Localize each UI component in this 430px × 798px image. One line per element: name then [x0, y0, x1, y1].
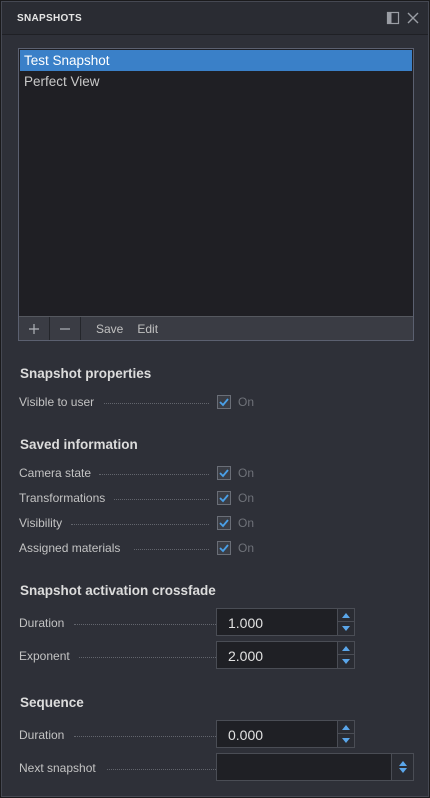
row-label: Visibility — [19, 515, 69, 531]
transformations-row: Transformations On — [19, 490, 415, 510]
dropdown-arrows-icon — [391, 754, 413, 780]
edit-button[interactable]: Edit — [130, 322, 165, 336]
leader-line — [134, 549, 209, 550]
field-value: 2.000 — [228, 648, 264, 664]
leader-line — [104, 403, 209, 404]
visibility-row: Visibility On — [19, 515, 415, 535]
camera-state-checkbox[interactable] — [217, 466, 231, 480]
checkbox-state: On — [238, 466, 255, 480]
checkmark-icon — [219, 398, 229, 407]
add-snapshot-button[interactable] — [19, 317, 50, 340]
arrow-up-icon[interactable] — [338, 721, 354, 734]
visibility-checkbox[interactable] — [217, 516, 231, 530]
sequence-duration-field[interactable]: 0.000 — [216, 720, 355, 748]
section-title-crossfade: Snapshot activation crossfade — [20, 583, 216, 598]
arrow-down-icon[interactable] — [338, 734, 354, 747]
next-snapshot-row: Next snapshot — [19, 753, 415, 781]
spinner — [337, 609, 354, 635]
minus-icon — [60, 327, 70, 330]
leader-line — [79, 657, 216, 658]
plus-icon — [29, 323, 39, 334]
row-label: Exponent — [19, 648, 76, 664]
list-item[interactable]: Test Snapshot — [20, 50, 412, 71]
field-value: 1.000 — [228, 615, 264, 631]
row-label: Camera state — [19, 465, 98, 481]
leader-line — [74, 736, 216, 737]
section-title-saved-information: Saved information — [20, 437, 138, 452]
checkmark-icon — [219, 469, 229, 478]
visible-to-user-row: Visible to user On — [19, 394, 415, 414]
arrow-down-icon[interactable] — [338, 622, 354, 635]
list-toolbar: Save Edit — [19, 316, 413, 340]
row-label: Next snapshot — [19, 760, 102, 776]
row-label: Visible to user — [19, 394, 101, 410]
next-snapshot-dropdown[interactable] — [216, 753, 414, 781]
arrow-down-icon[interactable] — [338, 655, 354, 668]
checkmark-icon — [219, 519, 229, 528]
crossfade-exponent-field[interactable]: 2.000 — [216, 641, 355, 669]
row-label: Duration — [19, 727, 71, 743]
checkbox-state: On — [238, 541, 255, 555]
leader-line — [99, 474, 209, 475]
panel-titlebar: SNAPSHOTS — [2, 2, 428, 35]
crossfade-duration-row: Duration 1.000 — [19, 608, 415, 636]
leader-line — [71, 524, 209, 525]
field-value: 0.000 — [228, 727, 264, 743]
spinner — [337, 721, 354, 747]
checkmark-icon — [219, 544, 229, 553]
remove-snapshot-button[interactable] — [50, 317, 81, 340]
visible-to-user-checkbox[interactable] — [217, 395, 231, 409]
camera-state-row: Camera state On — [19, 465, 415, 485]
snapshot-list[interactable]: Test Snapshot Perfect View Save Edit — [18, 48, 414, 341]
arrow-up-icon[interactable] — [338, 609, 354, 622]
arrow-up-icon[interactable] — [338, 642, 354, 655]
checkbox-state: On — [238, 516, 255, 530]
assigned-materials-row: Assigned materials On — [19, 540, 415, 560]
checkbox-state: On — [238, 395, 255, 409]
checkmark-icon — [219, 494, 229, 503]
section-title-sequence: Sequence — [20, 695, 84, 710]
close-icon[interactable] — [406, 11, 420, 25]
crossfade-exponent-row: Exponent 2.000 — [19, 641, 415, 669]
list-item[interactable]: Perfect View — [19, 71, 413, 92]
snapshots-panel: SNAPSHOTS Test Snapshot Perfect View Sav… — [1, 1, 429, 797]
leader-line — [107, 769, 216, 770]
crossfade-duration-field[interactable]: 1.000 — [216, 608, 355, 636]
float-window-icon[interactable] — [386, 11, 400, 25]
row-label: Transformations — [19, 490, 112, 506]
row-label: Assigned materials — [19, 540, 127, 556]
transformations-checkbox[interactable] — [217, 491, 231, 505]
assigned-materials-checkbox[interactable] — [217, 541, 231, 555]
row-label: Duration — [19, 615, 71, 631]
section-title-properties: Snapshot properties — [20, 366, 152, 381]
checkbox-state: On — [238, 491, 255, 505]
spinner — [337, 642, 354, 668]
panel-title: SNAPSHOTS — [17, 13, 82, 24]
leader-line — [114, 499, 209, 500]
leader-line — [74, 624, 216, 625]
sequence-duration-row: Duration 0.000 — [19, 720, 415, 748]
save-button[interactable]: Save — [81, 322, 130, 336]
